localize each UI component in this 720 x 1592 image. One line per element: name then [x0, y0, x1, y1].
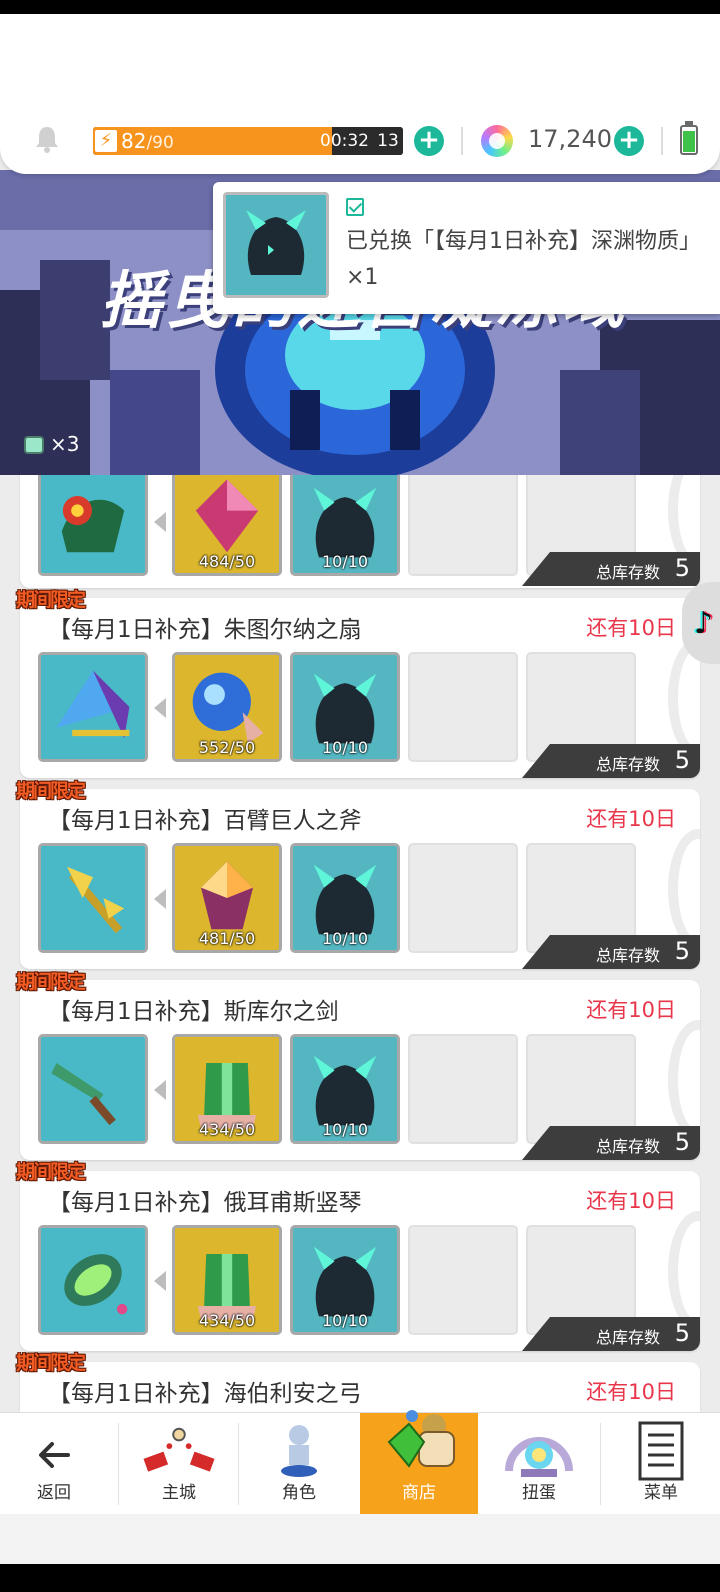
- stamina-timer-seconds: 13: [373, 127, 403, 155]
- lightning-icon: ⚡: [95, 130, 117, 152]
- limited-time-badge: 期间限定: [16, 780, 86, 802]
- stock-tag: 总库存数 5: [522, 1317, 700, 1351]
- castle-icon: [143, 1427, 215, 1472]
- material-slot[interactable]: 484/50: [172, 466, 282, 576]
- arrow-left-icon: [154, 1271, 166, 1291]
- material-slot[interactable]: 10/10: [290, 1225, 400, 1335]
- reward-item-slot[interactable]: [38, 1225, 148, 1335]
- stock-tag: 总库存数 5: [522, 935, 700, 969]
- stock-tag: 总库存数 5: [522, 1126, 700, 1160]
- limited-time-badge: 期间限定: [16, 1161, 86, 1183]
- stock-tag: 总库存数 5: [522, 552, 700, 586]
- empty-slot: [408, 1034, 518, 1144]
- divider: [661, 127, 663, 155]
- add-stamina-button[interactable]: +: [414, 126, 444, 156]
- material-slot[interactable]: 481/50: [172, 843, 282, 953]
- days-left: 还有10日: [586, 998, 676, 1022]
- floating-share-button[interactable]: ♪: [682, 582, 720, 664]
- back-arrow-icon: [39, 1442, 70, 1468]
- toast-message: 已兑换「【每月1日补充】深渊物质」 ×1: [346, 229, 701, 290]
- arrow-left-icon: [154, 1080, 166, 1100]
- arrow-left-icon: [154, 698, 166, 718]
- shop-bag-icon: [387, 1410, 455, 1468]
- reward-item-slot[interactable]: [38, 843, 148, 953]
- limited-time-badge: 期间限定: [16, 1352, 86, 1374]
- reward-item-slot[interactable]: [38, 1034, 148, 1144]
- shop-item-card[interactable]: 【每月1日补充】斯库尔之剑 还有10日 434/50 10/10 总库存数 5: [20, 980, 700, 1160]
- ticket-counter: ×3: [22, 432, 94, 458]
- material-slot[interactable]: 434/50: [172, 1225, 282, 1335]
- empty-slot: [408, 843, 518, 953]
- limited-time-badge: 期间限定: [16, 971, 86, 993]
- stamina-value: 82/90: [121, 129, 174, 153]
- shop-item-card[interactable]: 【每月1日补充】百臂巨人之斧 还有10日 481/50 10/10 总库存数 5: [20, 789, 700, 969]
- character-icon: [281, 1425, 317, 1477]
- add-gems-button[interactable]: +: [614, 126, 644, 156]
- menu-list-icon: [638, 1421, 684, 1481]
- shop-item-card[interactable]: 【每月1日补充】朱图尔纳之扇 还有10日 552/50 10/10 总库存数 5: [20, 598, 700, 778]
- material-slot[interactable]: 10/10: [290, 466, 400, 576]
- arrow-left-icon: [154, 889, 166, 909]
- status-bar: [0, 0, 720, 14]
- item-title: 【每月1日补充】俄耳甫斯竖琴: [48, 1190, 362, 1216]
- stock-tag: 总库存数 5: [522, 744, 700, 778]
- abyss-matter-icon: [223, 192, 329, 298]
- stamina-bar: ⚡ 82/90 00:32 13: [93, 127, 403, 155]
- nav-character[interactable]: 角色: [240, 1413, 358, 1515]
- item-title: 【每月1日补充】百臂巨人之斧: [48, 808, 362, 834]
- gem-count: 17,240: [528, 125, 612, 153]
- nav-gacha[interactable]: 扭蛋: [480, 1413, 598, 1515]
- limited-time-badge: 期间限定: [16, 589, 86, 611]
- gacha-orb-icon: [505, 1437, 573, 1477]
- item-title: 【每月1日补充】海伯利安之弓: [48, 1381, 362, 1407]
- material-slot[interactable]: 10/10: [290, 652, 400, 762]
- ticket-icon: [24, 436, 44, 454]
- arrow-left-icon: [154, 512, 166, 532]
- notification-bell-icon[interactable]: [32, 124, 62, 154]
- reward-item-slot[interactable]: [38, 652, 148, 762]
- navigation-gesture-area: [0, 1514, 720, 1564]
- reward-item-slot[interactable]: [38, 466, 148, 576]
- material-slot[interactable]: 10/10: [290, 1034, 400, 1144]
- nav-back[interactable]: 返回: [0, 1413, 108, 1515]
- exchange-toast: 已兑换「【每月1日补充】深渊物质」 ×1: [213, 182, 720, 314]
- divider: [461, 127, 463, 155]
- material-slot[interactable]: 434/50: [172, 1034, 282, 1144]
- system-nav-bar: [0, 1564, 720, 1592]
- stamina-timer: 00:32: [320, 131, 369, 151]
- item-title: 【每月1日补充】朱图尔纳之扇: [48, 617, 362, 643]
- nav-menu[interactable]: 菜单: [602, 1413, 720, 1515]
- days-left: 还有10日: [586, 1189, 676, 1213]
- item-title: 【每月1日补充】斯库尔之剑: [48, 999, 339, 1025]
- days-left: 还有10日: [586, 616, 676, 640]
- days-left: 还有10日: [586, 807, 676, 831]
- material-slot[interactable]: 552/50: [172, 652, 282, 762]
- shop-item-card[interactable]: 【每月1日补充】俄耳甫斯竖琴 还有10日 434/50 10/10 总库存数 5: [20, 1171, 700, 1351]
- empty-slot: [408, 652, 518, 762]
- days-left: 还有10日: [586, 1380, 676, 1404]
- material-slot[interactable]: 10/10: [290, 843, 400, 953]
- app-screen: { "header": { "stamina": { "current": "8…: [0, 0, 720, 1592]
- rainbow-gem-icon: [481, 125, 513, 157]
- nav-shop[interactable]: 商店: [360, 1410, 478, 1515]
- nav-home[interactable]: 主城: [120, 1413, 238, 1515]
- empty-slot: [408, 1225, 518, 1335]
- checkmark-icon: [346, 198, 364, 216]
- top-resource-bar: ⚡ 82/90 00:32 13 + 17,240 +: [0, 14, 720, 174]
- tiktok-icon: ♪: [694, 606, 714, 641]
- empty-slot: [408, 466, 518, 576]
- battery-icon: [680, 121, 698, 155]
- bottom-navigation: 返回 主城 角色 商店 扭蛋 菜单: [0, 1410, 720, 1515]
